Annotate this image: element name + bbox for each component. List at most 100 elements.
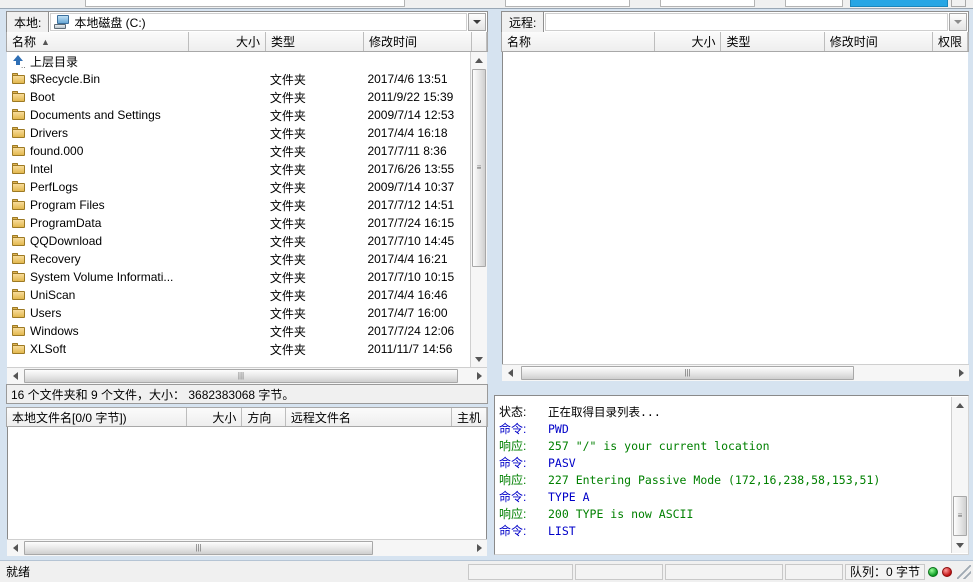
local-column-type-label: 类型 [271, 35, 296, 49]
remote-horizontal-scroll-thumb[interactable]: ||| [521, 366, 854, 380]
log-vertical-scroll-thumb[interactable]: ≡ [953, 496, 967, 536]
local-scroll-left-button[interactable] [7, 368, 23, 384]
remote-column-type[interactable]: 类型 [721, 32, 825, 51]
queue-column-local-file[interactable]: 本地文件名[0/0 字节]) [7, 408, 187, 426]
remote-scroll-right-button[interactable] [953, 365, 969, 381]
table-row[interactable]: QQDownload 文件夹 2017/7/10 14:45 [7, 232, 470, 250]
log-entry-message: PASV [548, 455, 576, 470]
log-rows-container: 响应:502 Unknown command状态:正在取得目录列表...命令:P… [496, 397, 951, 539]
log-vertical-scrollbar[interactable]: ≡ [951, 397, 968, 553]
local-path-value: 本地磁盘 (C:) [74, 15, 146, 30]
local-path-combo[interactable]: 本地磁盘 (C:) [48, 11, 488, 33]
file-name-label: PerfLogs [30, 180, 79, 194]
message-log-list[interactable]: 响应:502 Unknown command状态:正在取得目录列表...命令:P… [496, 397, 951, 553]
grip-icon: ≡ [957, 511, 963, 520]
table-row[interactable]: Documents and Settings 文件夹 2009/7/14 12:53 [7, 106, 470, 124]
local-horizontal-scroll-thumb[interactable]: ||| [24, 369, 458, 383]
local-scroll-right-button[interactable] [471, 368, 487, 384]
remote-horizontal-scrollbar[interactable]: ||| [502, 364, 969, 381]
table-row[interactable]: Boot 文件夹 2011/9/22 15:39 [7, 88, 470, 106]
folder-icon [12, 109, 26, 121]
queue-horizontal-scroll-thumb[interactable]: ||| [24, 541, 373, 555]
file-modified-cell: 2009/7/14 12:53 [367, 108, 455, 122]
toolbar-button-go[interactable] [951, 0, 966, 7]
file-type-cell: 文件夹 [269, 198, 306, 213]
remote-path-combo[interactable] [543, 11, 969, 33]
table-row[interactable]: System Volume Informati... 文件夹 2017/7/10 1… [7, 268, 470, 286]
toolbar-field-3[interactable] [660, 0, 755, 7]
local-path-value-wrap[interactable]: 本地磁盘 (C:) [50, 13, 467, 31]
log-entry: 状态: 正在取得目录列表... [496, 403, 951, 420]
file-name-label: Program Files [30, 198, 105, 212]
toolbar-field-2[interactable] [505, 0, 630, 7]
local-file-list[interactable]: .. 上层目录 $Recycle.Bin 文件夹 2017/4/6 13:51 Boo… [7, 52, 470, 367]
filezilla-window: 本地: 本地磁盘 (C:) 远程: 名称 ▲ 大小 类型 修改时间 .. 上层目… [0, 0, 973, 582]
queue-column-size-label: 大小 [212, 410, 237, 425]
table-row[interactable]: UniScan 文件夹 2017/4/4 16:46 [7, 286, 470, 304]
queue-scroll-left-button[interactable] [7, 540, 23, 556]
local-column-size[interactable]: 大小 [189, 32, 266, 51]
log-scroll-up-button[interactable] [952, 397, 968, 413]
queue-column-direction[interactable]: 方向 [242, 408, 286, 426]
table-row[interactable]: Users 文件夹 2017/4/7 16:00 [7, 304, 470, 322]
table-row[interactable]: Recovery 文件夹 2017/4/4 16:21 [7, 250, 470, 268]
local-vertical-scroll-thumb[interactable]: ≡ [472, 69, 486, 267]
local-column-type[interactable]: 类型 [266, 32, 364, 51]
local-column-modified[interactable]: 修改时间 [364, 32, 472, 51]
remote-column-size-label: 大小 [691, 35, 716, 49]
folder-icon [12, 325, 26, 337]
table-row[interactable]: Program Files 文件夹 2017/7/12 14:51 [7, 196, 470, 214]
table-row[interactable]: Windows 文件夹 2017/7/24 12:06 [7, 322, 470, 340]
local-scroll-up-button[interactable] [471, 52, 487, 68]
transfer-idle-red-led-icon [942, 566, 952, 577]
remote-column-permissions[interactable]: 权限 [932, 32, 968, 51]
queue-scroll-right-button[interactable] [471, 540, 487, 556]
local-path-chevron-down-icon[interactable] [468, 13, 486, 31]
table-row[interactable]: $Recycle.Bin 文件夹 2017/4/6 13:51 [7, 70, 470, 88]
queue-horizontal-scrollbar[interactable]: ||| [7, 539, 487, 556]
remote-column-name[interactable]: 名称 [502, 32, 655, 51]
local-column-name[interactable]: 名称 ▲ [7, 32, 189, 51]
remote-column-modified[interactable]: 修改时间 [824, 32, 933, 51]
log-entry-message: 正在取得目录列表... [548, 404, 661, 419]
file-name-cell: Boot [7, 90, 188, 104]
remote-scroll-left-button[interactable] [502, 365, 518, 381]
table-row[interactable]: found.000 文件夹 2017/7/11 8:36 [7, 142, 470, 160]
local-horizontal-scrollbar[interactable]: ||| [7, 367, 487, 384]
file-modified-cell: 2017/7/10 14:45 [367, 234, 455, 248]
toolbar-field-highlighted[interactable] [850, 0, 948, 7]
file-name-label: System Volume Informati... [30, 270, 174, 284]
file-name-cell: Program Files [7, 198, 188, 212]
folder-icon [12, 163, 26, 175]
log-scroll-down-button[interactable] [952, 537, 968, 553]
toolbar-field-1[interactable] [85, 0, 405, 7]
list-item-parent[interactable]: .. 上层目录 [7, 52, 470, 70]
file-modified-cell: 2017/6/26 13:55 [367, 162, 455, 176]
queue-column-size[interactable]: 大小 [186, 408, 243, 426]
queue-column-host[interactable]: 主机 [451, 408, 487, 426]
file-modified-cell: 2017/4/7 16:00 [367, 306, 448, 320]
table-row[interactable]: ProgramData 文件夹 2017/7/24 16:15 [7, 214, 470, 232]
table-row[interactable]: Drivers 文件夹 2017/4/4 16:18 [7, 124, 470, 142]
window-resize-grip[interactable] [957, 564, 971, 579]
remote-path-value-wrap[interactable] [545, 13, 948, 31]
file-name-label: Intel [30, 162, 53, 176]
local-rows-container: $Recycle.Bin 文件夹 2017/4/6 13:51 Boot 文件夹 2011… [7, 70, 470, 358]
file-name-cell: found.000 [7, 144, 188, 158]
arrow-right-icon [476, 372, 482, 380]
log-entry: 命令: PWD [496, 420, 951, 437]
toolbar-field-4[interactable] [785, 0, 843, 7]
file-modified-cell: 2017/7/24 12:06 [367, 324, 455, 338]
local-scroll-down-button[interactable] [471, 351, 487, 367]
queue-column-remote-file[interactable]: 远程文件名 [285, 408, 452, 426]
table-row[interactable]: Intel 文件夹 2017/6/26 13:55 [7, 160, 470, 178]
remote-column-size[interactable]: 大小 [654, 32, 722, 51]
table-row[interactable]: PerfLogs 文件夹 2009/7/14 10:37 [7, 178, 470, 196]
queue-list[interactable] [7, 427, 487, 539]
log-entry-message: 227 Entering Passive Mode (172,16,238,58… [548, 472, 881, 487]
remote-path-chevron-down-icon[interactable] [949, 13, 967, 31]
table-row[interactable]: XLSoft 文件夹 2011/11/7 14:56 [7, 340, 470, 358]
local-vertical-scrollbar[interactable]: ≡ [470, 52, 487, 367]
remote-file-list[interactable] [502, 52, 968, 364]
file-modified-cell: 2009/7/14 10:37 [367, 180, 455, 194]
